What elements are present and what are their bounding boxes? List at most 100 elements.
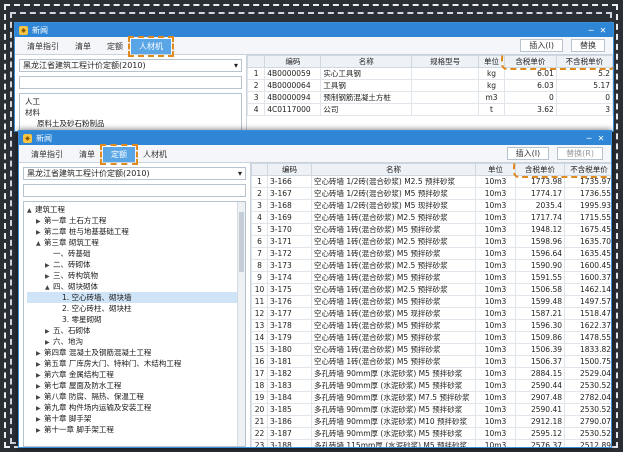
table-row[interactable]: 8 3-173 空心砖墙 1砖(混合砂浆) M2.5 预拌砂浆 10m3 1590.90… (251, 259, 611, 272)
table-row[interactable]: 16 3-181 空心砖墙 1砖(混合砂浆) M5 预拌砂浆 10m3 1506.37 1… (251, 355, 611, 368)
replace-button[interactable]: 替换 (571, 39, 605, 52)
column-header[interactable]: 不含税单价 (564, 163, 611, 176)
tab-0[interactable]: 清单指引 (23, 147, 71, 162)
table-cell: 实心工具钢 (320, 67, 413, 80)
table-row[interactable]: 7 3-172 空心砖墙 1砖(混合砂浆) M5 预拌砂浆 10m3 1596.64 16… (251, 247, 611, 260)
table-cell: 3-184 (267, 391, 312, 404)
table-row[interactable]: 1 4B0000059 实心工具钢 kg 6.01 5.2 (247, 67, 613, 80)
tree-item[interactable]: ▲ 四、砌块砌体 (27, 281, 242, 292)
table-row[interactable]: 19 3-184 多孔砖墙 90mm厚 (水泥砂浆) M7.5 预拌砂浆 10m3 29… (251, 391, 611, 404)
tab-1[interactable]: 清单 (67, 39, 99, 54)
table-cell: 预制钢筋混凝土方桩 (320, 91, 413, 104)
table-row[interactable]: 10 3-175 空心砖墙 1砖(混合砂浆) M2.5 预拌砂浆 10m3 1506.5… (251, 283, 611, 296)
table-row[interactable]: 6 3-171 空心砖墙 1砖(混合砂浆) M2.5 预拌砂浆 10m3 1598.96… (251, 235, 611, 248)
column-header[interactable]: 名称 (320, 55, 413, 68)
table-cell: 10m3 (475, 319, 516, 332)
column-header[interactable]: 含税单价 (503, 55, 557, 68)
tree-item[interactable]: 2. 空心砖柱、砌块柱 (27, 303, 242, 314)
table-row[interactable]: 11 3-176 空心砖墙 1砖(混合砂浆) M5 预拌砂浆 10m3 1599.48 1… (251, 295, 611, 308)
tree-item[interactable]: ▲ 建筑工程 (27, 204, 242, 215)
table-row[interactable]: 3 4B0000094 预制钢筋混凝土方桩 m3 0 0 (247, 91, 613, 104)
tree-item[interactable]: ▶ 第八章 防腐、隔热、保温工程 (27, 391, 242, 402)
tree-scrollbar[interactable] (237, 202, 245, 446)
tree-item[interactable]: ▶ 第一章 土石方工程 (27, 215, 242, 226)
column-header[interactable]: 名称 (311, 163, 476, 176)
tab-0[interactable]: 清单指引 (19, 39, 67, 54)
table-row[interactable]: 14 3-179 空心砖墙 1砖(混合砂浆) M5 预拌砂浆 10m3 1509.86 1… (251, 331, 611, 344)
column-header[interactable]: 规格型号 (411, 55, 480, 68)
collapse-icon[interactable]: ▲ (45, 282, 53, 293)
table-row[interactable]: 18 3-183 多孔砖墙 90mm厚 (水泥砂浆) M5 预拌砂浆 10m3 2590… (251, 379, 611, 392)
table-row[interactable]: 13 3-178 空心砖墙 1砖(混合砂浆) M5 预拌砂浆 10m3 1596.30 1… (251, 319, 611, 332)
table-row[interactable]: 3 3-168 空心砖墙 1/2砖(混合砂浆) M5 现拌砂浆 10m3 2035.4 1… (251, 199, 611, 212)
tree-item[interactable]: ▶ 六、地沟 (27, 336, 242, 347)
table-cell: 空心砖墙 1砖(混合砂浆) M2.5 预拌砂浆 (311, 235, 476, 248)
column-header[interactable]: 单位 (475, 163, 516, 176)
tree-item[interactable]: ▶ 二、砖砌体 (27, 259, 242, 270)
table-cell: 1587.21 (515, 307, 565, 320)
tree-item[interactable]: ▶ 五、石砌体 (27, 325, 242, 336)
column-header[interactable]: 单位 (478, 55, 505, 68)
tree-item-label: 四、砌块砌体 (53, 282, 98, 291)
tree-item[interactable]: ▲ 第三章 砌筑工程 (27, 237, 242, 248)
minimize-icon[interactable]: ─ (583, 134, 595, 143)
table-row[interactable]: 5 3-170 空心砖墙 1砖(混合砂浆) M5 预拌砂浆 10m3 1948.12 16… (251, 223, 611, 236)
table-cell: m3 (478, 91, 505, 104)
table-cell: 21 (251, 415, 268, 428)
collapse-icon[interactable]: ▲ (27, 205, 35, 216)
close-icon[interactable]: ✕ (597, 26, 609, 35)
tab-1[interactable]: 清单 (71, 147, 103, 162)
table-row[interactable]: 2 3-167 空心砖墙 1/2砖(混合砂浆) M5 预拌砂浆 10m3 1774.17… (251, 187, 611, 200)
tree-item[interactable]: ▶ 三、砖构筑物 (27, 270, 242, 281)
table-row[interactable]: 22 3-187 多孔砖墙 90mm厚 (水泥砂浆) M5 预拌砂浆 10m3 2595… (251, 427, 611, 440)
column-header[interactable]: 编码 (267, 163, 312, 176)
expand-icon[interactable]: ▶ (36, 425, 44, 436)
column-header[interactable]: 不含税单价 (555, 55, 613, 68)
table-row[interactable]: 2 4B0000064 工具钢 kg 6.03 5.17 (247, 79, 613, 92)
replace-button[interactable]: 替换(R) (557, 147, 603, 160)
tree-item[interactable]: ▶ 第五章 厂库房大门、特种门、木结构工程 (27, 358, 242, 369)
tree-item[interactable]: 人工 (23, 96, 238, 107)
table-row[interactable]: 1 3-166 空心砖墙 1/2砖(混合砂浆) M2.5 预拌砂浆 10m3 1773.… (251, 175, 611, 188)
collapse-icon[interactable]: ▲ (36, 238, 44, 249)
tree-item[interactable]: ▶ 第七章 屋面及防水工程 (27, 380, 242, 391)
column-header[interactable]: 编码 (264, 55, 322, 68)
table-cell: 1506.58 (515, 283, 565, 296)
tab-3[interactable]: 人材机 (135, 147, 175, 162)
search-input[interactable] (19, 76, 242, 89)
tree-item[interactable]: ▶ 第六章 金属结构工程 (27, 369, 242, 380)
insert-button[interactable]: 插入(I) (520, 39, 563, 52)
table-row[interactable]: 20 3-185 多孔砖墙 90mm厚 (水泥砂浆) M5 预拌砂浆 10m3 2590… (251, 403, 611, 416)
standard-select[interactable]: 黑龙江省建筑工程计价定额(2010) ▾ (19, 59, 242, 72)
close-icon[interactable]: ✕ (595, 134, 607, 143)
tree-item[interactable]: ▶ 第二章 桩与地基基础工程 (27, 226, 242, 237)
table-row[interactable]: 21 3-186 多孔砖墙 90mm厚 (水泥砂浆) M10 预拌砂浆 10m3 291… (251, 415, 611, 428)
tree-item[interactable]: ▶ 第四章 混凝土及钢筋混凝土工程 (27, 347, 242, 358)
table-row[interactable]: 12 3-177 空心砖墙 1砖(混合砂浆) M5 现拌砂浆 10m3 1587.21 1… (251, 307, 611, 320)
column-header[interactable]: 含税单价 (515, 163, 565, 176)
tab-2[interactable]: 定额 (100, 144, 138, 165)
table-row[interactable]: 23 3-188 多孔砖墙 115mm厚 (水泥砂浆) M5 预拌砂浆 10m3 257… (251, 439, 611, 447)
tree-item[interactable]: 1. 空心砖墙、砌块墙 (27, 292, 242, 303)
tree-item[interactable]: 原料土及砂石粉制品 (23, 118, 238, 129)
search-input[interactable] (23, 184, 246, 197)
standard-select[interactable]: 黑龙江省建筑工程计价定额(2010) ▾ (23, 167, 246, 180)
table-cell: 2907.48 (515, 391, 565, 404)
tree-item[interactable]: ▶ 第十章 脚手架 (27, 413, 242, 424)
tree-item[interactable]: 一、砖基础 (27, 248, 242, 259)
table-row[interactable]: 17 3-182 多孔砖墙 90mm厚 (水泥砂浆) M5 预拌砂浆 10m3 2884… (251, 367, 611, 380)
table-row[interactable]: 15 3-180 空心砖墙 1砖(混合砂浆) M5 预拌砂浆 10m3 1506.39 1… (251, 343, 611, 356)
table-row[interactable]: 9 3-174 空心砖墙 1砖(混合砂浆) M5 预拌砂浆 10m3 1591.55 16… (251, 271, 611, 284)
back-titlebar: ◆ 新闻 ─ ✕ (15, 23, 613, 37)
tree-item[interactable]: 3. 零星砌砌 (27, 314, 242, 325)
table-row[interactable]: 4 3-169 空心砖墙 1砖(混合砂浆) M2.5 预拌砂浆 10m3 1717.74… (251, 211, 611, 224)
tree-item[interactable]: 材料 (23, 107, 238, 118)
tree-item[interactable]: ▶ 第九章 构件场内运输及安装工程 (27, 402, 242, 413)
minimize-icon[interactable]: ─ (585, 26, 597, 35)
tree-item[interactable]: ▶ 第十一章 脚手架工程 (27, 424, 242, 435)
table-cell: 3 (247, 91, 266, 104)
tab-3[interactable]: 人材机 (128, 36, 174, 57)
insert-button[interactable]: 插入(I) (506, 147, 550, 160)
tab-2[interactable]: 定额 (99, 39, 131, 54)
table-row[interactable]: 4 4C0117000 公司 t 3.62 3 (247, 103, 613, 116)
